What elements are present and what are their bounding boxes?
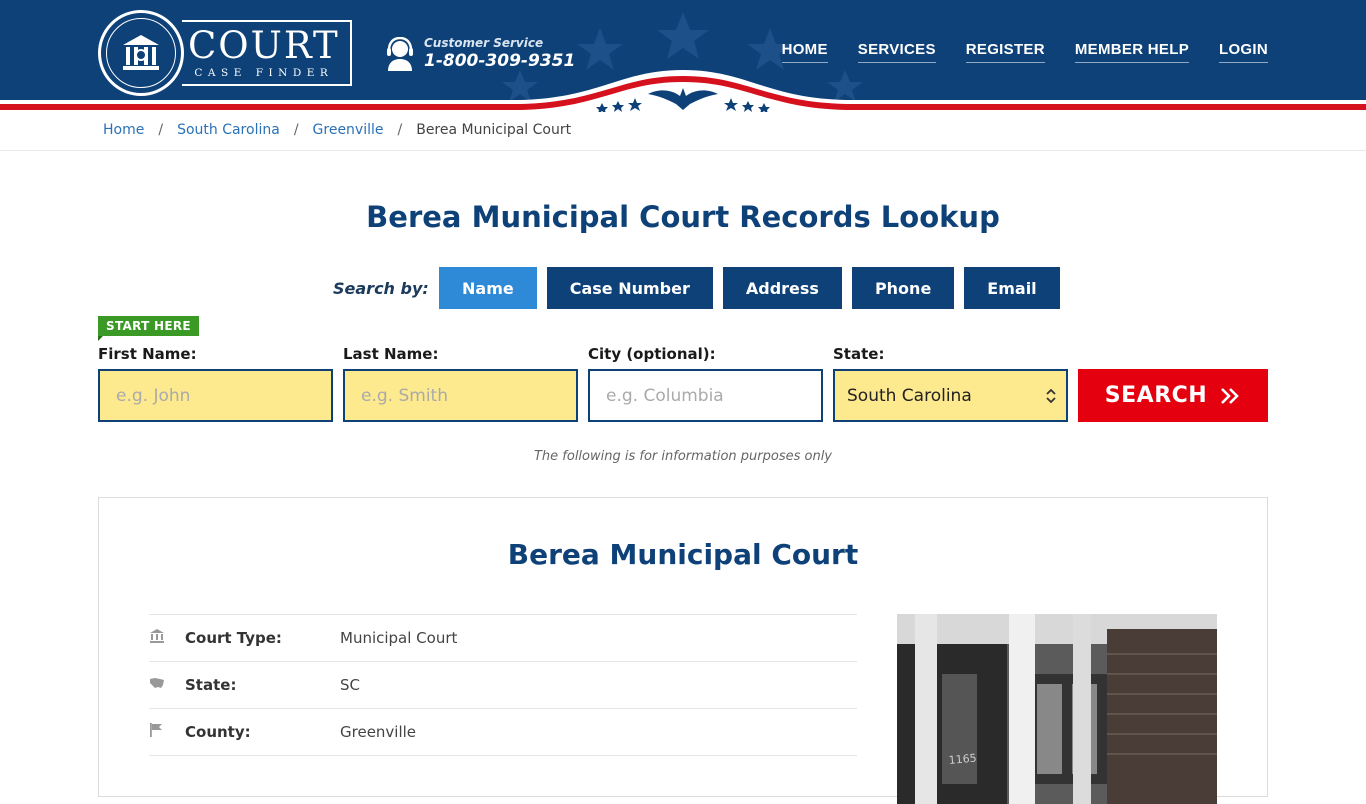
breadcrumb-separator: / <box>293 122 299 138</box>
customer-service-label: Customer Service <box>424 36 544 50</box>
select-arrows-icon <box>1046 388 1056 403</box>
page-title: Berea Municipal Court Records Lookup <box>366 200 1000 234</box>
breadcrumb-state[interactable]: South Carolina <box>177 122 280 138</box>
court-seal-icon <box>98 10 184 96</box>
logo-title: COURT <box>188 24 340 67</box>
logo-wordmark: COURT CASE FINDER <box>182 20 352 86</box>
court-type-label: Court Type: <box>185 629 282 647</box>
court-details: Court Type: Municipal Court State: SC Co… <box>149 614 857 802</box>
tab-name[interactable]: Name <box>439 267 537 309</box>
breadcrumb-divider <box>0 150 1366 151</box>
nav-register[interactable]: REGISTER <box>965 41 1045 63</box>
breadcrumb-current: Berea Municipal Court <box>416 122 572 138</box>
court-photo: 1165 <box>897 614 1217 804</box>
last-name-label: Last Name: <box>343 345 439 363</box>
state-detail-label: State: <box>185 676 237 694</box>
search-by-label: Search by: <box>333 279 429 298</box>
state-select-value: South Carolina <box>847 385 972 406</box>
headset-icon <box>387 36 413 71</box>
state-label: State: <box>833 345 885 363</box>
first-name-label: First Name: <box>98 345 197 363</box>
us-map-icon <box>149 676 185 694</box>
nav-home[interactable]: HOME <box>781 41 828 63</box>
detail-row: County: Greenville <box>149 708 857 755</box>
city-label: City (optional): <box>588 345 716 363</box>
main-nav: HOME SERVICES REGISTER MEMBER HELP LOGIN <box>781 41 1268 63</box>
county-detail-label: County: <box>185 723 251 741</box>
tab-email[interactable]: Email <box>964 267 1060 309</box>
search-button[interactable]: SEARCH <box>1078 369 1268 422</box>
search-button-label: SEARCH <box>1104 383 1208 408</box>
double-chevron-right-icon <box>1221 387 1240 404</box>
detail-row: Court Type: Municipal Court <box>149 614 857 661</box>
breadcrumb-separator: / <box>397 122 403 138</box>
nav-login[interactable]: LOGIN <box>1219 41 1268 63</box>
state-detail-value: SC <box>340 676 360 694</box>
breadcrumb: Home / South Carolina / Greenville / Ber… <box>103 122 571 138</box>
nav-member-help[interactable]: MEMBER HELP <box>1074 41 1189 63</box>
info-note: The following is for information purpose… <box>533 449 833 464</box>
court-title: Berea Municipal Court <box>507 538 859 571</box>
tab-address[interactable]: Address <box>722 267 842 309</box>
first-name-input[interactable]: e.g. John <box>98 369 333 422</box>
customer-service[interactable]: Customer Service 1-800-309-9351 <box>386 36 575 71</box>
court-card: Berea Municipal Court Court Type: Munici… <box>98 497 1268 804</box>
customer-service-phone[interactable]: 1-800-309-9351 <box>424 51 575 71</box>
breadcrumb-separator: / <box>158 122 164 138</box>
nav-services[interactable]: SERVICES <box>857 41 936 63</box>
tab-case-number[interactable]: Case Number <box>546 267 713 309</box>
breadcrumb-county[interactable]: Greenville <box>313 122 384 138</box>
logo-tagline: CASE FINDER <box>194 67 334 79</box>
breadcrumb-home[interactable]: Home <box>103 122 144 138</box>
site-logo[interactable]: COURT CASE FINDER <box>98 10 352 96</box>
start-here-badge: START HERE <box>98 316 199 341</box>
county-detail-value: Greenville <box>340 723 417 741</box>
photo-sign-number: 1165 <box>948 752 977 767</box>
state-select[interactable]: South Carolina <box>833 369 1068 422</box>
last-name-input[interactable]: e.g. Smith <box>343 369 578 422</box>
city-input[interactable]: e.g. Columbia <box>588 369 823 422</box>
tab-phone[interactable]: Phone <box>851 267 955 309</box>
court-type-value: Municipal Court <box>340 629 458 647</box>
search-tabs: Name Case Number Address Phone Email <box>439 267 1060 309</box>
site-header: COURT CASE FINDER Customer Service 1-800… <box>0 0 1366 112</box>
courthouse-icon <box>149 628 185 648</box>
detail-row-divider <box>149 755 857 802</box>
flag-icon <box>149 722 185 742</box>
detail-row: State: SC <box>149 661 857 708</box>
